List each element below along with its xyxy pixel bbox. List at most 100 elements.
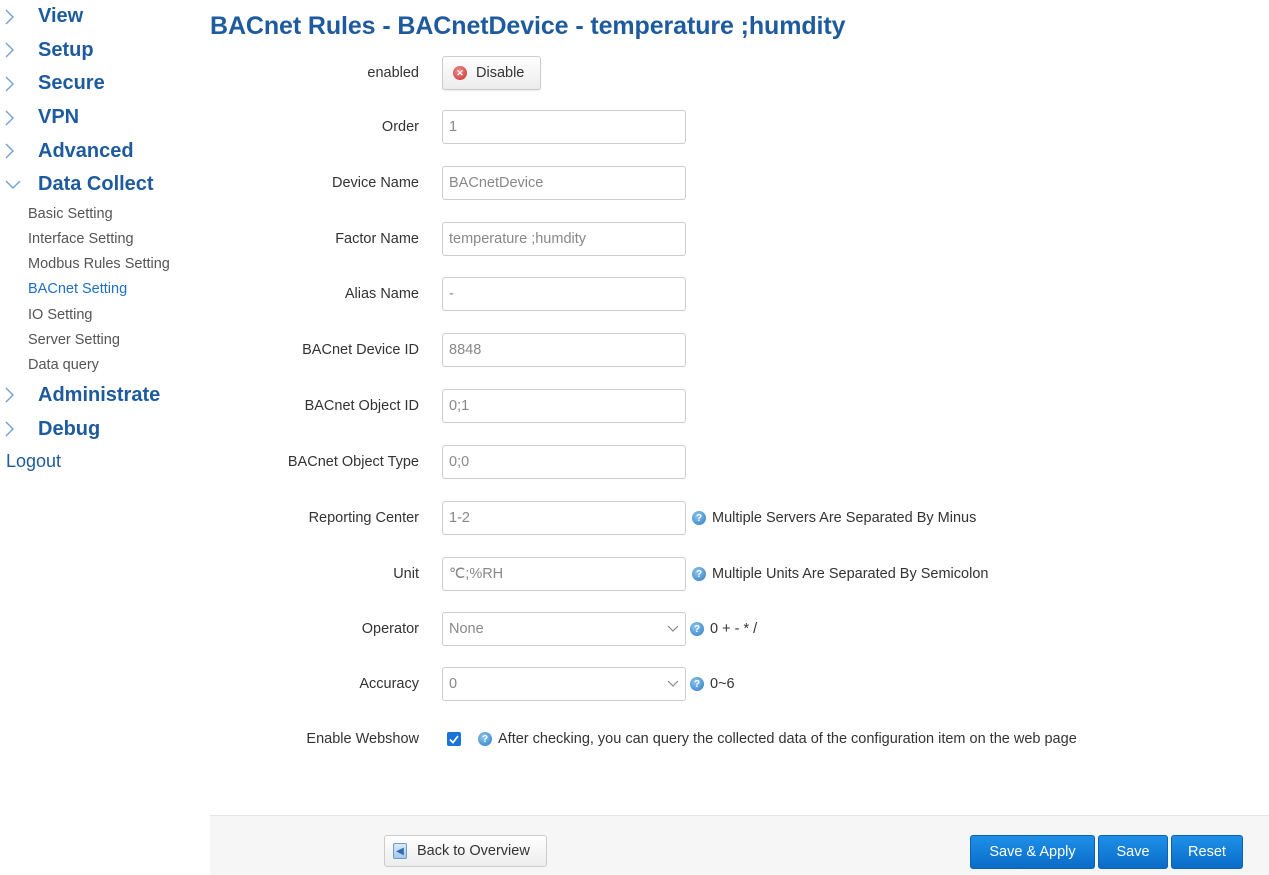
help-icon: ? (692, 511, 706, 525)
alias-name-input[interactable] (442, 277, 686, 311)
accuracy-label: Accuracy (359, 676, 419, 692)
sidebar-subitem-data-query[interactable]: Data query (0, 353, 205, 378)
reporting-center-input[interactable] (442, 501, 686, 535)
alias-name-label: Alias Name (344, 286, 419, 302)
chevron-down-icon (667, 625, 679, 633)
save-apply-button[interactable]: Save & Apply (970, 835, 1095, 869)
webshow-help: ? After checking, you can query the coll… (478, 731, 1077, 747)
device-id-input[interactable] (442, 333, 686, 367)
accuracy-selected-value: 0 (449, 676, 458, 692)
sidebar-subitem-server-setting[interactable]: Server Setting (0, 328, 205, 353)
sidebar-item-vpn[interactable]: VPN (0, 101, 205, 135)
factor-name-input[interactable] (442, 222, 686, 256)
form-row-accuracy: Accuracy 0 ? 0~6 (210, 666, 1260, 702)
sidebar-item-debug[interactable]: Debug (0, 412, 205, 446)
form-row-object-type: BACnet Object Type (210, 444, 1260, 480)
form-row-unit: Unit ? Multiple Units Are Separated By S… (210, 556, 1260, 592)
device-name-input[interactable] (442, 166, 686, 200)
unit-help-text: Multiple Units Are Separated By Semicolo… (712, 566, 989, 582)
sidebar-item-label: VPN (38, 106, 80, 129)
form-row-device-id: BACnet Device ID (210, 332, 1260, 368)
sidebar-item-label: Administrate (38, 383, 161, 406)
sidebar-subitem-basic-setting[interactable]: Basic Setting (0, 202, 205, 227)
sidebar-item-label: Advanced (38, 139, 134, 162)
sidebar-item-label: Setup (38, 38, 94, 61)
sidebar-item-secure[interactable]: Secure (0, 67, 205, 101)
sidebar-item-label: Debug (38, 417, 101, 440)
object-id-label: BACnet Object ID (304, 398, 419, 414)
sidebar-item-view[interactable]: View (0, 0, 205, 34)
webshow-help-text: After checking, you can query the collec… (498, 731, 1077, 747)
sidebar-item-administrate[interactable]: Administrate (0, 379, 205, 413)
form-footer: ◀ Back to Overview Save & Apply Save Res… (210, 815, 1269, 875)
form-row-webshow: Enable Webshow ? After checking, you can… (210, 721, 1260, 757)
chevron-right-icon (0, 9, 38, 25)
reporting-center-help-text: Multiple Servers Are Separated By Minus (712, 510, 977, 526)
chevron-right-icon (0, 421, 38, 437)
form-row-operator: Operator None ? 0 + - * / (210, 611, 1260, 647)
operator-select[interactable]: None (442, 612, 686, 646)
sidebar-subitem-bacnet-setting[interactable]: BACnet Setting (0, 277, 205, 302)
sidebar-item-label: View (38, 5, 84, 28)
sidebar-item-data-collect[interactable]: Data Collect (0, 168, 205, 202)
back-to-overview-button[interactable]: ◀ Back to Overview (384, 835, 547, 867)
order-label: Order (381, 119, 419, 135)
operator-selected-value: None (449, 621, 484, 637)
help-icon: ? (692, 567, 706, 581)
reset-button[interactable]: Reset (1171, 835, 1243, 869)
object-id-input[interactable] (442, 389, 686, 423)
disable-button-label: Disable (476, 65, 525, 81)
sidebar-subitem-modbus-rules-setting[interactable]: Modbus Rules Setting (0, 252, 205, 277)
help-icon: ? (478, 732, 492, 746)
operator-help-text: 0 + - * / (710, 621, 758, 637)
reporting-center-help: ? Multiple Servers Are Separated By Minu… (692, 510, 976, 526)
back-arrow-icon: ◀ (393, 843, 407, 859)
sidebar-subitem-interface-setting[interactable]: Interface Setting (0, 227, 205, 252)
sidebar-item-advanced[interactable]: Advanced (0, 134, 205, 168)
webshow-checkbox[interactable] (447, 732, 461, 746)
form-row-enabled: enabled ✕ Disable (210, 55, 1260, 91)
help-icon: ? (690, 622, 704, 636)
save-button[interactable]: Save (1098, 835, 1168, 869)
enabled-label: enabled (367, 65, 419, 81)
accuracy-help: ? 0~6 (690, 676, 735, 692)
webshow-label: Enable Webshow (306, 731, 419, 747)
device-name-label: Device Name (331, 175, 419, 191)
chevron-right-icon (0, 76, 38, 92)
accuracy-help-text: 0~6 (710, 676, 735, 692)
chevron-right-icon (0, 143, 38, 159)
sidebar-item-label: Secure (38, 72, 105, 95)
form-row-object-id: BACnet Object ID (210, 388, 1260, 424)
factor-name-label: Factor Name (335, 231, 419, 247)
chevron-down-icon (667, 680, 679, 688)
page-title: BACnet Rules - BACnetDevice - temperatur… (210, 12, 846, 40)
sidebar-subitem-io-setting[interactable]: IO Setting (0, 303, 205, 328)
reporting-center-label: Reporting Center (308, 510, 419, 526)
operator-label: Operator (361, 621, 419, 637)
object-type-label: BACnet Object Type (287, 454, 419, 470)
back-button-label: Back to Overview (417, 843, 530, 859)
form-row-factor-name: Factor Name (210, 221, 1260, 257)
form-row-order: Order (210, 109, 1260, 145)
accuracy-select[interactable]: 0 (442, 667, 686, 701)
disable-button[interactable]: ✕ Disable (442, 56, 542, 90)
device-id-label: BACnet Device ID (302, 342, 419, 358)
sidebar-item-setup[interactable]: Setup (0, 34, 205, 68)
chevron-right-icon (0, 42, 38, 58)
help-icon: ? (690, 677, 704, 691)
order-input[interactable] (442, 110, 686, 144)
chevron-right-icon (0, 110, 38, 126)
form-row-device-name: Device Name (210, 165, 1260, 201)
unit-help: ? Multiple Units Are Separated By Semico… (692, 566, 988, 582)
disable-x-icon: ✕ (453, 66, 467, 80)
unit-input[interactable] (442, 557, 686, 591)
sidebar-nav: View Setup Secure VPN Advanced Data Coll… (0, 0, 205, 476)
logout-link[interactable]: Logout (0, 446, 205, 476)
operator-help: ? 0 + - * / (690, 621, 757, 637)
object-type-input[interactable] (442, 445, 686, 479)
form-row-reporting-center: Reporting Center ? Multiple Servers Are … (210, 500, 1260, 536)
form-row-alias-name: Alias Name (210, 276, 1260, 312)
unit-label: Unit (393, 566, 419, 582)
sidebar-item-label: Data Collect (38, 173, 154, 196)
chevron-right-icon (0, 387, 38, 403)
